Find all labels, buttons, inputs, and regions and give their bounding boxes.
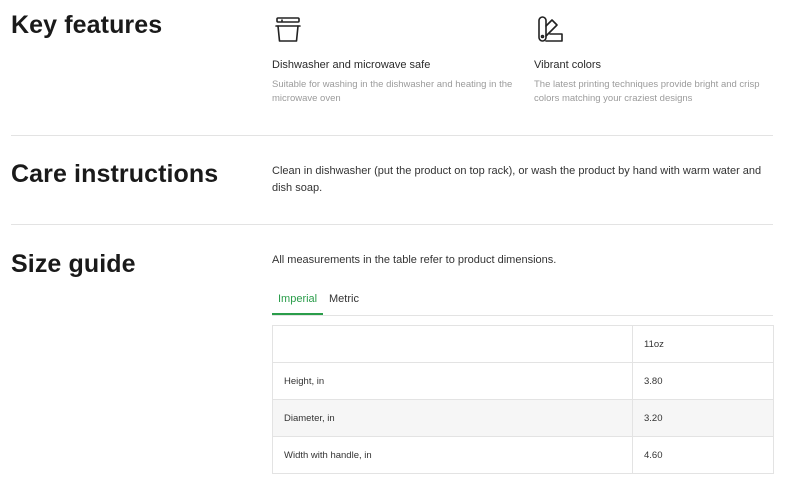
color-swatch-icon: [538, 16, 563, 42]
size-guide-intro: All measurements in the table refer to p…: [272, 254, 557, 266]
table-column-header: 11oz: [632, 325, 774, 363]
tab-imperial[interactable]: Imperial: [272, 289, 324, 315]
feature-title: Vibrant colors: [534, 59, 602, 71]
row-value: 4.60: [632, 436, 774, 474]
feature-description: Suitable for washing in the dishwasher a…: [272, 79, 513, 104]
row-label: Width with handle, in: [272, 436, 633, 474]
feature-dishwasher-safe: Dishwasher and microwave safe Suitable f…: [272, 14, 517, 106]
section-divider: [11, 224, 773, 225]
row-value: 3.20: [632, 399, 774, 437]
feature-title: Dishwasher and microwave safe: [272, 59, 431, 71]
dishwasher-icon: [275, 17, 301, 42]
table-header-empty-cell: [273, 326, 633, 363]
row-value: 3.80: [632, 362, 774, 400]
row-label: Diameter, in: [272, 399, 633, 437]
tab-metric[interactable]: Metric: [323, 289, 365, 314]
care-instructions-text: Clean in dishwasher (put the product on …: [272, 165, 762, 194]
table-row: Width with handle, in 4.60: [272, 436, 774, 474]
size-guide-title: Size guide: [11, 250, 136, 278]
table-header-row: 11oz: [273, 325, 774, 363]
section-divider: [11, 135, 773, 136]
key-features-title: Key features: [11, 11, 163, 39]
care-instructions-title: Care instructions: [11, 160, 219, 188]
table-row: Diameter, in 3.20: [272, 399, 774, 437]
feature-vibrant-colors: Vibrant colors The latest printing techn…: [534, 14, 779, 106]
row-label: Height, in: [272, 362, 633, 400]
unit-tabs: Imperial Metric: [272, 289, 773, 316]
feature-description: The latest printing techniques provide b…: [534, 79, 760, 104]
table-row: Height, in 3.80: [272, 362, 774, 400]
size-table: 11oz Height, in 3.80 Diameter, in 3.20 W…: [272, 325, 774, 474]
product-details-page: Key features Dishwasher and microwave sa…: [0, 0, 794, 482]
